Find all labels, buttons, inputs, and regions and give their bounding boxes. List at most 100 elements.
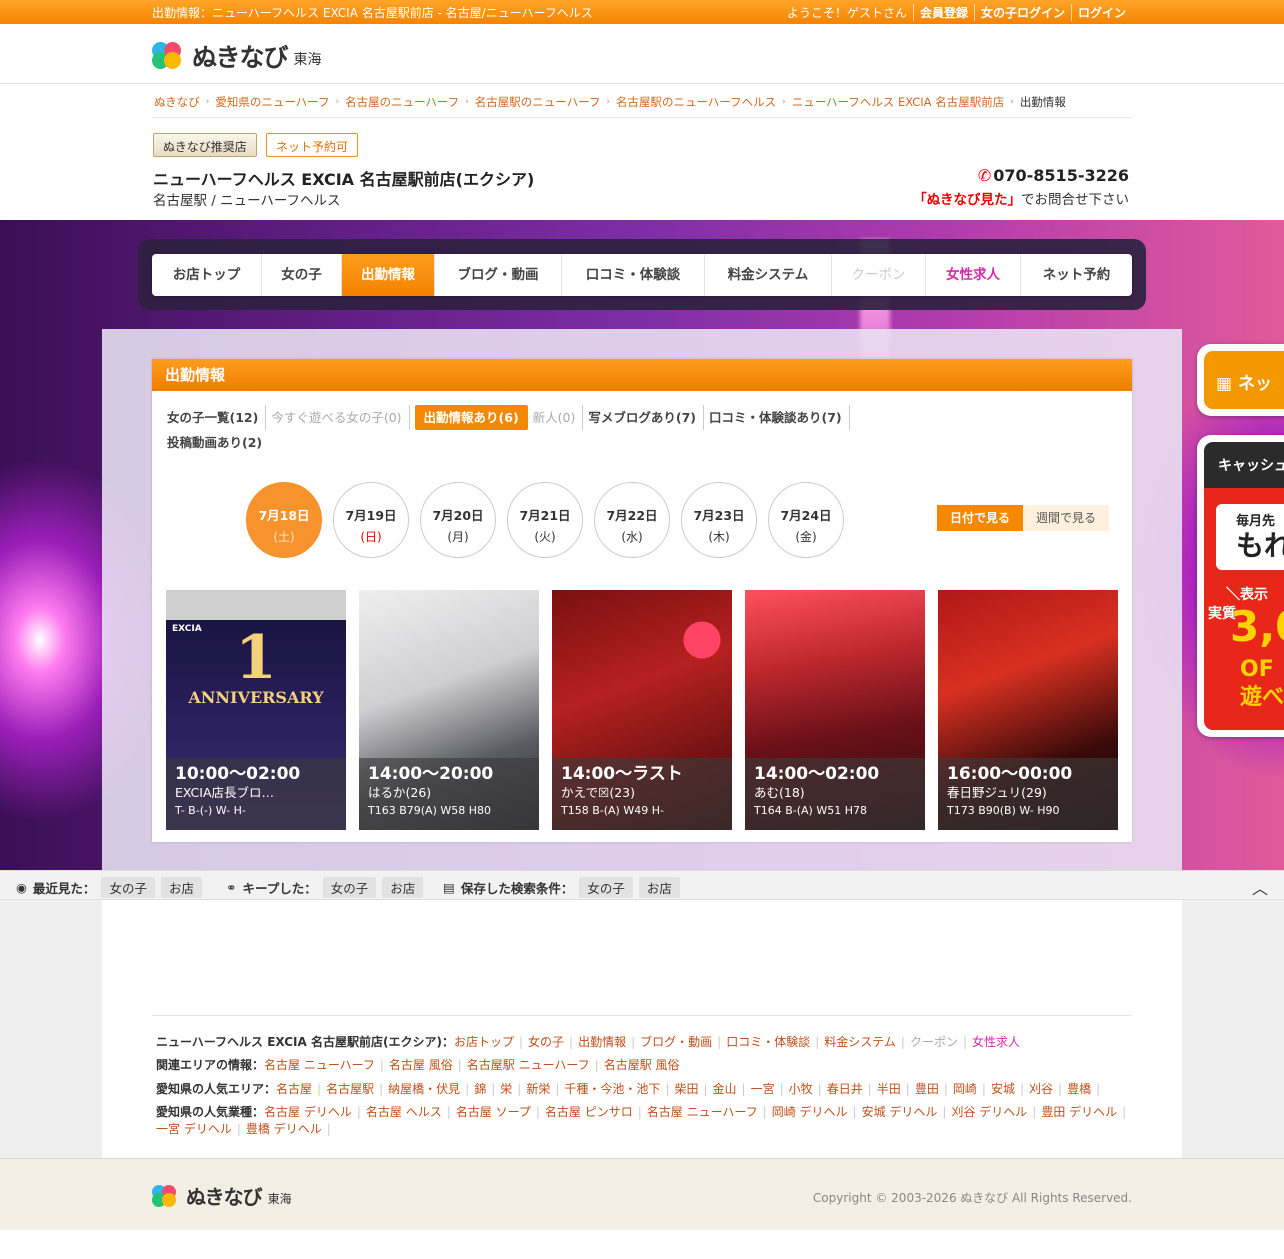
tab-girls[interactable]: 女の子 bbox=[262, 254, 342, 296]
kept-girls-button[interactable]: 女の子 bbox=[322, 877, 377, 898]
saved-shops-button[interactable]: お店 bbox=[638, 877, 680, 898]
kept-shops-button[interactable]: お店 bbox=[382, 877, 424, 898]
view-by-date-button[interactable]: 日付で見る bbox=[937, 505, 1024, 531]
card-time: 10:00〜02:00 bbox=[175, 764, 301, 784]
girl-login-link[interactable]: 女の子ログイン bbox=[981, 6, 1065, 20]
footer-link[interactable]: 出勤情報 bbox=[578, 1035, 626, 1049]
date-button[interactable]: 7月19日 (日) bbox=[333, 482, 409, 558]
tab-price[interactable]: 料金システム bbox=[705, 254, 832, 296]
footer-link[interactable]: 名古屋 デリヘル bbox=[264, 1105, 352, 1119]
girl-card[interactable]: 14:00〜ラスト かえで☒(23) T158 B-(A) W49 H- bbox=[552, 590, 732, 830]
footer-link[interactable]: 名古屋 bbox=[276, 1082, 312, 1096]
date-button[interactable]: 7月23日 (木) bbox=[681, 482, 757, 558]
tab-reviews[interactable]: 口コミ・体験談 bbox=[562, 254, 705, 296]
login-link[interactable]: ログイン bbox=[1078, 6, 1126, 20]
footer-link[interactable]: 半田 bbox=[877, 1082, 901, 1096]
breadcrumb-item[interactable]: ぬきなび bbox=[154, 94, 200, 110]
footer-link[interactable]: 千種・今池・池下 bbox=[564, 1082, 660, 1096]
filter-available-now: 今すぐ遊べる女の子(0) bbox=[271, 405, 410, 430]
footer-link: クーポン bbox=[909, 1035, 958, 1049]
filter-scheduled[interactable]: 出勤情報あり(6) bbox=[414, 405, 528, 430]
shop-phone[interactable]: ✆ 070-8515-3226 bbox=[978, 166, 1129, 185]
footer-link[interactable]: 納屋橋・伏見 bbox=[388, 1082, 460, 1096]
footer-link[interactable]: ブログ・動画 bbox=[640, 1035, 712, 1049]
tab-recruit[interactable]: 女性求人 bbox=[926, 254, 1021, 296]
breadcrumb-item[interactable]: 名古屋駅のニューハーフ bbox=[475, 94, 601, 110]
footer-link[interactable]: 名古屋 ソープ bbox=[456, 1105, 531, 1119]
footer-link[interactable]: 一宮 デリヘル bbox=[156, 1122, 232, 1136]
phone-number[interactable]: 070-8515-3226 bbox=[993, 166, 1129, 185]
tab-schedule[interactable]: 出勤情報 bbox=[342, 254, 435, 296]
footer-link[interactable]: 名古屋 ニューハーフ bbox=[264, 1058, 375, 1072]
filter-videos[interactable]: 投稿動画あり(2) bbox=[167, 430, 269, 455]
footer-link[interactable]: 口コミ・体験談 bbox=[726, 1035, 810, 1049]
filter-reviews[interactable]: 口コミ・体験談あり(7) bbox=[709, 405, 850, 430]
footer-link[interactable]: 女の子 bbox=[528, 1035, 564, 1049]
footer-link[interactable]: 柴田 bbox=[674, 1082, 698, 1096]
footer-link[interactable]: 名古屋 ピンサロ bbox=[545, 1105, 633, 1119]
footer-link[interactable]: 名古屋駅 ニューハーフ bbox=[467, 1058, 590, 1072]
footer-link[interactable]: 一宮 bbox=[751, 1082, 775, 1096]
footer-link[interactable]: 春日井 bbox=[827, 1082, 863, 1096]
girl-card[interactable]: 14:00〜02:00 あむ(18) T164 B-(A) W51 H78 bbox=[745, 590, 925, 830]
breadcrumb-item[interactable]: 名古屋のニューハーフ bbox=[345, 94, 459, 110]
footer-link[interactable]: 名古屋 風俗 bbox=[389, 1058, 453, 1072]
breadcrumb-item[interactable]: ニューハーフヘルス EXCIA 名古屋駅前店 bbox=[792, 94, 1005, 110]
footer-link[interactable]: 刈谷 デリヘル bbox=[951, 1105, 1027, 1119]
divider bbox=[152, 1015, 1132, 1016]
filter-photo-blog[interactable]: 写メブログあり(7) bbox=[588, 405, 705, 430]
footer-link[interactable]: 岡崎 デリヘル bbox=[772, 1105, 848, 1119]
footer-link[interactable]: 豊橋 bbox=[1067, 1082, 1091, 1096]
date-selector: 7月18日 (土) 7月19日 (日) 7月20日 (月) 7月21日 (火) 7月22… bbox=[246, 482, 844, 558]
register-link[interactable]: 会員登録 bbox=[920, 6, 968, 20]
view-by-week-button[interactable]: 週間で見る bbox=[1023, 505, 1110, 531]
tab-shop-top[interactable]: お店トップ bbox=[152, 254, 262, 296]
date-button[interactable]: 7月24日 (金) bbox=[768, 482, 844, 558]
card-name: 春日野ジュリ(29) bbox=[947, 785, 1047, 800]
footer-link[interactable]: 名古屋駅 bbox=[326, 1082, 374, 1096]
side-net-reserve-widget[interactable]: ▦ ネッ bbox=[1197, 344, 1284, 416]
anniversary-banner: 1 ANNIVERSARY bbox=[188, 623, 324, 707]
recent-girls-button[interactable]: 女の子 bbox=[101, 877, 155, 898]
date-button[interactable]: 7月22日 (水) bbox=[594, 482, 670, 558]
footer-link[interactable]: 女性求人 bbox=[972, 1035, 1020, 1049]
filter-all-girls[interactable]: 女の子一覧(12) bbox=[167, 405, 267, 430]
footer-link[interactable]: 新栄 bbox=[526, 1082, 550, 1096]
breadcrumb-item[interactable]: 名古屋駅のニューハーフヘルス bbox=[616, 94, 776, 110]
footer-link[interactable]: 金山 bbox=[713, 1082, 737, 1096]
footer-link[interactable]: 小牧 bbox=[789, 1082, 813, 1096]
site-logo[interactable]: ぬきなび 東海 bbox=[152, 38, 322, 74]
footer-link[interactable]: 安城 bbox=[991, 1082, 1015, 1096]
chevron-up-icon[interactable]: ︿ bbox=[1252, 875, 1268, 899]
footer-link[interactable]: 栄 bbox=[500, 1082, 512, 1096]
date-button[interactable]: 7月20日 (月) bbox=[420, 482, 496, 558]
footer-link[interactable]: 豊田 bbox=[915, 1082, 939, 1096]
footer-link[interactable]: お店トップ bbox=[454, 1035, 514, 1049]
footer-link[interactable]: 安城 デリヘル bbox=[862, 1105, 938, 1119]
date-button[interactable]: 7月21日 (火) bbox=[507, 482, 583, 558]
footer-link[interactable]: 料金システム bbox=[824, 1035, 896, 1049]
footer-link[interactable]: 豊田 デリヘル bbox=[1041, 1105, 1117, 1119]
breadcrumb-item[interactable]: 愛知県のニューハーフ bbox=[215, 94, 329, 110]
saved-girls-button[interactable]: 女の子 bbox=[579, 877, 633, 898]
footer-link[interactable]: 錦 bbox=[474, 1082, 486, 1096]
girl-card[interactable]: EXCIA 1 ANNIVERSARY 10:00〜02:00 EXCIA店長ブロ…… bbox=[166, 590, 346, 830]
footer-link[interactable]: 岡崎 bbox=[953, 1082, 977, 1096]
footer-link[interactable]: 豊橋 デリヘル bbox=[246, 1122, 322, 1136]
girl-card[interactable]: 14:00〜20:00 はるか(26) T163 B79(A) W58 H80 bbox=[359, 590, 539, 830]
history-bar: ◉ 最近見た： 女の子 お店 ⚭ キープした： 女の子 お店 ▤ 保存した検索条件： 女の子 お店… bbox=[0, 870, 1284, 900]
phone-icon: ✆ bbox=[977, 166, 992, 185]
tab-net-reserve[interactable]: ネット予約 bbox=[1021, 254, 1132, 296]
footer-link[interactable]: 名古屋駅 風俗 bbox=[604, 1058, 680, 1072]
date-button[interactable]: 7月18日 (土) bbox=[246, 482, 322, 558]
footer-link[interactable]: 名古屋 ヘルス bbox=[366, 1105, 442, 1119]
girl-card[interactable]: 16:00〜00:00 春日野ジュリ(29) T173 B90(B) W- H90 bbox=[938, 590, 1118, 830]
side-cashback-widget[interactable]: キャッシュ 毎月先もれ ＼表示 実質 3,0 OF遊べ bbox=[1197, 435, 1284, 737]
net-reserve-badge: ネット予約可 bbox=[266, 133, 359, 157]
footer-link[interactable]: 名古屋 ニューハーフ bbox=[647, 1105, 758, 1119]
footer-link[interactable]: 刈谷 bbox=[1029, 1082, 1053, 1096]
recent-shops-button[interactable]: お店 bbox=[160, 877, 202, 898]
shop-links-row: ニューハーフヘルス EXCIA 名古屋駅前店(エクシア)：お店トップ | 女の子 | 出… bbox=[156, 1035, 1021, 1049]
tab-blog-video[interactable]: ブログ・動画 bbox=[435, 254, 562, 296]
footer-logo[interactable]: ぬきなび 東海 bbox=[152, 1181, 292, 1210]
